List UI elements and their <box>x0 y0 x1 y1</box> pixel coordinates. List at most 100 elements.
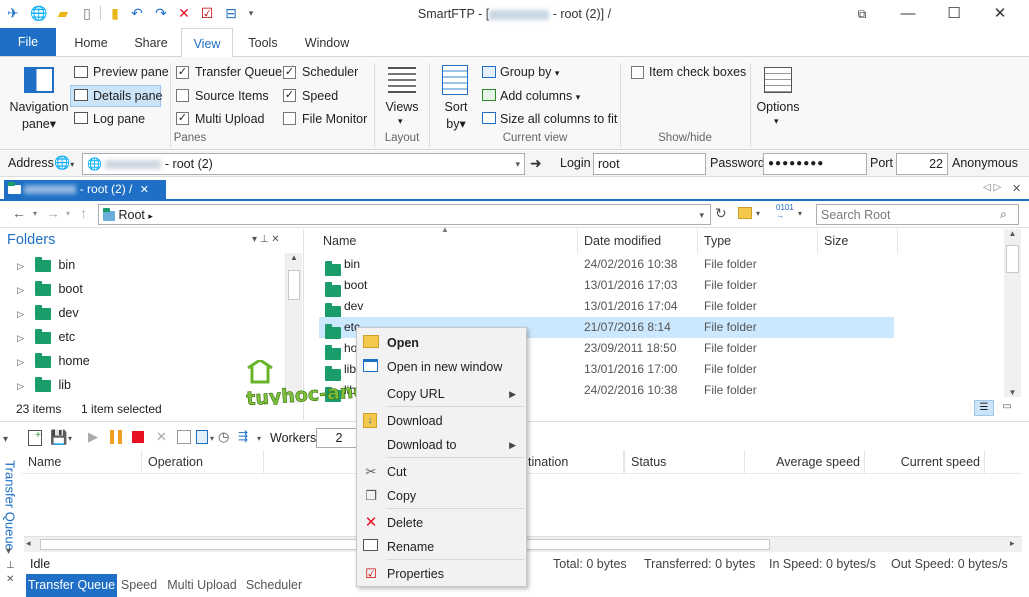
undo-icon[interactable]: ↶ <box>128 4 146 22</box>
pane-menu-icon[interactable]: ▾ ⊥ ✕ <box>252 234 280 245</box>
refresh-icon[interactable]: ↻ <box>715 205 727 222</box>
navigation-pane-icon[interactable] <box>24 67 54 93</box>
minimize-button[interactable]: — <box>885 0 931 28</box>
scroll-up-icon[interactable]: ▲ <box>286 253 302 267</box>
queue-column-status[interactable]: Status <box>625 450 745 474</box>
speed-label[interactable]: Speed <box>302 89 338 103</box>
transfer-queue-label[interactable]: Transfer Queue <box>195 65 282 79</box>
queue-column-name[interactable]: Name <box>22 450 142 474</box>
address-input[interactable]: 🌐 - root (2) ▾ <box>82 153 525 175</box>
size-all-columns-button[interactable]: Size all columns to fit <box>500 112 617 126</box>
tree-item[interactable]: ▷ boot <box>17 277 282 301</box>
file-row[interactable]: bin 24/02/2016 10:38 File folder <box>319 254 894 276</box>
workers-input[interactable]: 2 <box>316 428 358 448</box>
menu-rename[interactable]: Rename <box>357 535 526 559</box>
save-icon[interactable]: 💾 <box>50 429 67 446</box>
column-size[interactable]: Size <box>818 229 898 253</box>
expand-arrow-icon[interactable]: ▷ <box>17 278 35 302</box>
scheduler-label[interactable]: Scheduler <box>302 65 358 79</box>
sort-by-label[interactable]: by▾ <box>440 116 472 131</box>
add-queue-icon[interactable]: + <box>28 430 42 446</box>
forward-arrow-icon[interactable]: → <box>46 205 60 221</box>
document-icon[interactable]: ▯ <box>78 4 96 22</box>
queue-column-operation[interactable]: Operation <box>142 450 264 474</box>
bottom-tab-multi-upload[interactable]: Multi Upload <box>163 574 241 597</box>
preview-pane-button[interactable]: Preview pane <box>93 65 169 79</box>
queue-pane-controls-icon[interactable]: ▾ ⊥ ✕ <box>6 545 15 587</box>
scroll-down-icon[interactable]: ▼ <box>1004 388 1021 397</box>
queue-column-average-speed[interactable]: Average speed <box>745 450 865 474</box>
item-check-boxes-label[interactable]: Item check boxes <box>649 65 746 79</box>
transfer-mode-dropdown-icon[interactable]: ▾ <box>798 209 802 218</box>
close-button[interactable]: ✕ <box>977 0 1023 28</box>
customize-toolbar-icon[interactable]: ▾ <box>242 4 260 22</box>
file-row[interactable]: boot 13/01/2016 17:03 File folder <box>319 275 894 297</box>
sort-button[interactable]: Sort <box>440 100 472 114</box>
queue-properties-dropdown-icon[interactable]: ▾ <box>210 434 214 443</box>
source-items-checkbox[interactable] <box>176 89 189 102</box>
globe-dropdown-icon[interactable]: 🌐▾ <box>54 155 74 171</box>
remove-icon[interactable]: ✕ <box>156 429 167 445</box>
expand-arrow-icon[interactable]: ▷ <box>17 350 35 374</box>
queue-view-icon[interactable] <box>177 430 191 444</box>
scroll-thumb[interactable] <box>288 270 300 300</box>
add-columns-button[interactable]: Add columns ▾ <box>500 89 580 103</box>
tiles-view-icon[interactable]: ▭ <box>998 400 1016 416</box>
expand-arrow-icon[interactable]: ▷ <box>17 374 35 398</box>
options-icon[interactable] <box>764 67 792 93</box>
speed-checkbox[interactable]: ✓ <box>283 89 296 102</box>
scroll-up-icon[interactable]: ▲ <box>1004 229 1021 243</box>
tree-item[interactable]: ▷ etc <box>17 325 282 349</box>
menu-properties[interactable]: ☑ Properties <box>357 562 526 586</box>
transfer-direction-icon[interactable]: ⇶ <box>238 429 248 443</box>
menu-copy-url[interactable]: Copy URL ▶ <box>357 382 526 406</box>
transfer-mode-icon[interactable]: 0101 → <box>776 204 794 220</box>
search-icon[interactable]: ⌕ <box>1000 207 1007 222</box>
menu-copy[interactable]: ❐ Copy <box>357 484 526 508</box>
bottom-tab-scheduler[interactable]: Scheduler <box>244 574 304 597</box>
redo-icon[interactable]: ↷ <box>152 4 170 22</box>
play-icon[interactable]: ▶ <box>88 429 98 445</box>
file-monitor-checkbox[interactable] <box>283 112 296 125</box>
details-pane-button[interactable]: Details pane <box>93 89 163 103</box>
forward-dropdown-icon[interactable]: ▾ <box>66 209 70 218</box>
folder-action-icon[interactable] <box>738 207 752 219</box>
timer-icon[interactable]: ◷ <box>218 429 229 445</box>
column-date-modified[interactable]: Date modified <box>578 229 698 253</box>
save-dropdown-icon[interactable]: ▾ <box>68 434 72 443</box>
menu-open-new-window[interactable]: Open in new window <box>357 355 526 379</box>
expand-arrow-icon[interactable]: ▷ <box>17 302 35 326</box>
password-input[interactable]: ●●●●●●●● <box>763 153 867 175</box>
options-dropdown-icon[interactable]: ▾ <box>774 116 779 127</box>
item-check-boxes-checkbox[interactable] <box>631 66 644 79</box>
path-breadcrumb[interactable]: Root ▸ ▾ <box>98 204 711 225</box>
source-items-label[interactable]: Source Items <box>195 89 269 103</box>
restore-tabs-icon[interactable]: ⧉ <box>839 0 885 28</box>
tab-close-all-icon[interactable]: ✕ <box>1012 182 1021 195</box>
tab-left-arrow-icon[interactable]: ◁ ▷ <box>983 182 1001 193</box>
folder-icon[interactable]: ▰ <box>54 4 72 22</box>
expand-arrow-icon[interactable]: ▷ <box>17 254 35 278</box>
file-monitor-label[interactable]: File Monitor <box>302 112 367 126</box>
multi-upload-label[interactable]: Multi Upload <box>195 112 264 126</box>
tab-file[interactable]: File <box>0 28 56 56</box>
navigation-pane-label2[interactable]: pane▾ <box>8 116 70 131</box>
tree-item[interactable]: ▷ bin <box>17 253 282 277</box>
scroll-right-icon[interactable]: ▸ <box>1010 538 1015 549</box>
back-arrow-icon[interactable]: ← <box>12 205 26 221</box>
port-input[interactable]: 22 <box>896 153 948 175</box>
history-dropdown-icon[interactable]: ▾ <box>33 209 37 218</box>
login-input[interactable]: root <box>593 153 706 175</box>
multi-upload-checkbox[interactable]: ✓ <box>176 112 189 125</box>
queue-column-destination[interactable]: tination <box>522 450 625 474</box>
menu-open[interactable]: Open <box>357 331 526 355</box>
direction-dropdown-icon[interactable]: ▾ <box>257 434 261 443</box>
bottom-tab-transfer-queue[interactable]: Transfer Queue <box>26 574 117 597</box>
file-list-scrollbar[interactable]: ▲ ▼ <box>1004 229 1021 397</box>
menu-download[interactable]: ↓ Download <box>357 409 526 433</box>
tab-tools[interactable]: Tools <box>238 28 288 56</box>
path-dropdown-icon[interactable]: ▾ <box>699 205 704 225</box>
scheduler-checkbox[interactable]: ✓ <box>283 66 296 79</box>
transfer-queue-checkbox[interactable]: ✓ <box>176 66 189 79</box>
views-dropdown-icon[interactable]: ▾ <box>398 116 403 127</box>
